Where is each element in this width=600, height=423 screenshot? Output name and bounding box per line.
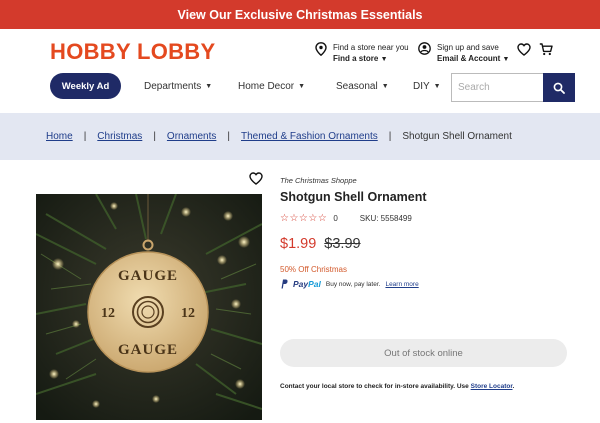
review-count[interactable]: 0 xyxy=(333,214,337,223)
nav-home-decor[interactable]: Home Decor ▼ xyxy=(238,81,305,92)
breadcrumb-separator: | xyxy=(153,131,156,142)
product-title: Shotgun Shell Ornament xyxy=(280,190,427,204)
search-button[interactable] xyxy=(543,73,575,102)
site-logo[interactable]: HOBBY LOBBY xyxy=(50,39,215,65)
product-image[interactable]: GAUGE 12 12 GAUGE xyxy=(36,194,262,420)
paypal-logo: PayPal xyxy=(293,279,321,289)
breadcrumb-ornaments[interactable]: Ornaments xyxy=(167,131,216,142)
store-locator-link[interactable]: Store Locator xyxy=(471,383,513,390)
promo-banner-text[interactable]: View Our Exclusive Christmas Essentials xyxy=(177,8,422,22)
breadcrumb: Home | Christmas | Ornaments | Themed & … xyxy=(0,113,600,160)
sale-price: $1.99 xyxy=(280,236,317,252)
caret-down-icon: ▼ xyxy=(433,83,441,90)
ornament-photo: GAUGE 12 12 GAUGE xyxy=(36,194,262,420)
add-to-wishlist-icon[interactable] xyxy=(249,172,263,185)
weekly-ad-button[interactable]: Weekly Ad xyxy=(50,73,121,99)
nav-diy[interactable]: DIY ▼ xyxy=(413,81,441,92)
contact-end: . xyxy=(512,383,515,390)
find-store-line2: Find a store xyxy=(333,54,379,63)
breadcrumb-separator: | xyxy=(83,131,87,142)
account-icon xyxy=(418,42,431,55)
account-line1: Sign up and save xyxy=(437,43,499,52)
ornament-text-top: GAUGE xyxy=(118,268,178,284)
find-store-link[interactable]: Find a store near you Find a store ▼ xyxy=(315,42,409,66)
breadcrumb-christmas[interactable]: Christmas xyxy=(97,131,142,142)
caret-down-icon: ▼ xyxy=(381,83,389,90)
out-of-stock-button[interactable]: Out of stock online xyxy=(280,339,567,367)
promo-text: 50% Off Christmas xyxy=(280,265,347,274)
product-brand[interactable]: The Christmas Shoppe xyxy=(280,176,357,185)
nav-label: Departments xyxy=(144,81,202,92)
breadcrumb-current: Shotgun Shell Ornament xyxy=(402,131,512,142)
promo-banner[interactable]: View Our Exclusive Christmas Essentials xyxy=(0,0,600,29)
site-header: HOBBY LOBBY Find a store near you Find a… xyxy=(0,29,600,113)
caret-down-icon: ▼ xyxy=(298,83,306,90)
search-input[interactable] xyxy=(451,73,543,102)
nav-label: DIY xyxy=(413,81,430,92)
product-sku: SKU: 5558499 xyxy=(359,214,412,223)
breadcrumb-themed-fashion[interactable]: Themed & Fashion Ornaments xyxy=(241,131,378,142)
search-icon xyxy=(553,82,565,94)
account-line2: Email & Account xyxy=(437,54,501,63)
location-pin-icon xyxy=(315,42,327,56)
chevron-down-icon: ▼ xyxy=(380,56,388,63)
paypal-row: PayPal Buy now, pay later. Learn more xyxy=(280,279,419,289)
nav-label: Home Decor xyxy=(238,81,295,92)
store-availability-note: Contact your local store to check for in… xyxy=(280,383,514,390)
rating-row: ☆☆☆☆☆ 0 SKU: 5558499 xyxy=(280,213,412,224)
breadcrumb-separator: | xyxy=(227,131,230,142)
caret-down-icon: ▼ xyxy=(205,83,213,90)
price-row: $1.99 $3.99 xyxy=(280,236,361,252)
ornament-text-left: 12 xyxy=(101,306,115,321)
paypal-logo-pal: Pal xyxy=(308,279,321,289)
chevron-down-icon: ▼ xyxy=(502,56,510,63)
original-price: $3.99 xyxy=(324,236,361,252)
ornament-text-bottom: GAUGE xyxy=(118,342,178,358)
search-bar xyxy=(451,73,575,102)
paypal-logo-pay: Pay xyxy=(293,279,309,289)
paypal-text: Buy now, pay later. xyxy=(325,280,381,288)
heart-icon[interactable] xyxy=(517,43,531,56)
nav-seasonal[interactable]: Seasonal ▼ xyxy=(336,81,389,92)
ornament-text-right: 12 xyxy=(181,306,195,321)
nav-label: Seasonal xyxy=(336,81,378,92)
account-link[interactable]: Sign up and save Email & Account ▼ xyxy=(418,42,509,66)
breadcrumb-home[interactable]: Home xyxy=(46,131,73,142)
find-store-line1: Find a store near you xyxy=(333,43,409,52)
nav-departments[interactable]: Departments ▼ xyxy=(144,81,212,92)
cart-icon[interactable] xyxy=(539,43,553,56)
rating-stars[interactable]: ☆☆☆☆☆ xyxy=(280,213,327,224)
paypal-p-icon xyxy=(281,279,288,289)
breadcrumb-separator: | xyxy=(388,131,392,142)
paypal-learn-more-link[interactable]: Learn more xyxy=(385,281,418,288)
contact-text: Contact your local store to check for in… xyxy=(280,383,471,390)
